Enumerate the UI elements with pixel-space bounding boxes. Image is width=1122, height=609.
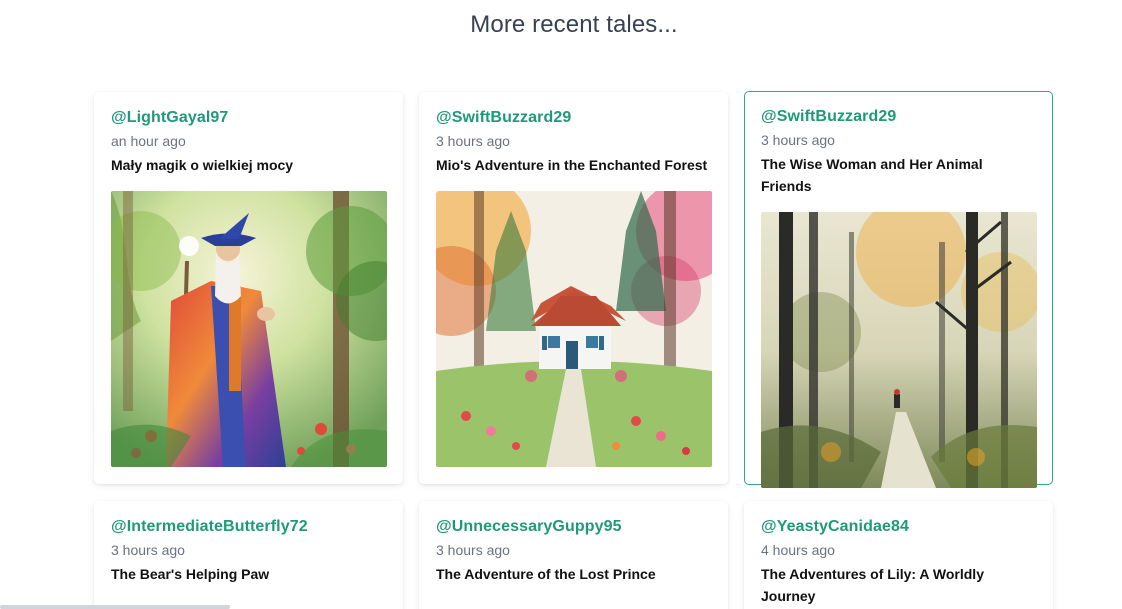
tale-title[interactable]: The Adventure of the Lost Prince bbox=[436, 563, 711, 585]
post-time: 3 hours ago bbox=[111, 542, 185, 558]
tale-card[interactable]: @UnnecessaryGuppy95 3 hours ago The Adve… bbox=[419, 501, 728, 609]
tale-card[interactable]: @LightGayal97 an hour ago Mały magik o w… bbox=[94, 92, 403, 484]
post-time: 3 hours ago bbox=[761, 132, 835, 148]
author-link[interactable]: @SwiftBuzzard29 bbox=[761, 107, 1036, 127]
section-heading: More recent tales... bbox=[470, 11, 678, 38]
wizard-painting-image[interactable] bbox=[111, 191, 387, 467]
tale-card[interactable]: @YeastyCanidae84 4 hours ago The Adventu… bbox=[744, 501, 1053, 609]
author-link[interactable]: @YeastyCanidae84 bbox=[761, 517, 1036, 537]
tale-card[interactable]: @SwiftBuzzard29 3 hours ago Mio's Advent… bbox=[419, 92, 728, 484]
tale-card[interactable]: @IntermediateButterfly72 3 hours ago The… bbox=[94, 501, 403, 609]
post-time: 3 hours ago bbox=[436, 542, 510, 558]
author-link[interactable]: @SwiftBuzzard29 bbox=[436, 108, 711, 128]
author-link[interactable]: @UnnecessaryGuppy95 bbox=[436, 517, 711, 537]
tale-title[interactable]: Mio's Adventure in the Enchanted Forest bbox=[436, 154, 711, 176]
tale-title[interactable]: The Adventures of Lily: A Worldly Journe… bbox=[761, 563, 1036, 607]
tale-card-selected[interactable]: @SwiftBuzzard29 3 hours ago The Wise Wom… bbox=[744, 91, 1053, 488]
post-time: 4 hours ago bbox=[761, 542, 835, 558]
author-link[interactable]: @LightGayal97 bbox=[111, 108, 386, 128]
post-time: 3 hours ago bbox=[436, 133, 510, 149]
author-link[interactable]: @IntermediateButterfly72 bbox=[111, 517, 386, 537]
tale-title[interactable]: The Bear's Helping Paw bbox=[111, 563, 386, 585]
horizontal-scrollbar[interactable] bbox=[0, 605, 230, 609]
forest-path-painting-image[interactable] bbox=[761, 212, 1037, 488]
post-time: an hour ago bbox=[111, 133, 186, 149]
tale-title[interactable]: The Wise Woman and Her Animal Friends bbox=[761, 153, 1036, 197]
tale-title[interactable]: Mały magik o wielkiej mocy bbox=[111, 154, 386, 176]
cottage-painting-image[interactable] bbox=[436, 191, 712, 467]
recent-tales-page: More recent tales... @LightGayal97 an ho… bbox=[0, 0, 1122, 609]
